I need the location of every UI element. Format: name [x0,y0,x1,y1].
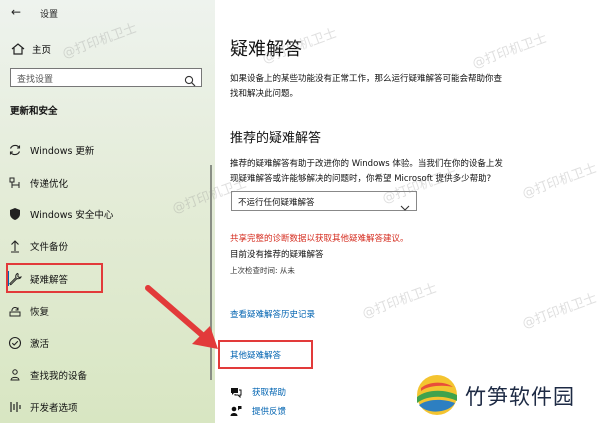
intro-line: 找和解决此问题。 [230,89,299,99]
troubleshoot-highlight-box [6,263,103,293]
backup-arrow-icon [8,239,22,253]
sidebar-item-windows-update[interactable]: Windows 更新 [8,141,94,159]
shield-icon [8,207,22,221]
home-button[interactable]: 主页 [10,41,51,57]
settings-search-input[interactable]: 查找设置 [10,68,202,87]
last-check-time: 上次检查时间: 从未 [230,266,295,275]
description-line: 推荐的疑难解答有助于改进你的 Windows 体验。当我们在你的设备上发 [230,159,503,169]
settings-title: 设置 [40,10,59,20]
delivery-optimization-icon [8,176,22,190]
sidebar-item-label: 传递优化 [30,179,69,190]
sidebar-item-windows-security[interactable]: Windows 安全中心 [8,205,113,223]
search-placeholder: 查找设置 [17,75,54,85]
sidebar-item-activation[interactable]: 激活 [8,334,49,352]
back-arrow-icon[interactable]: ← [11,5,21,19]
recommended-heading: 推荐的疑难解答 [230,131,322,146]
sidebar-item-label: Windows 安全中心 [30,210,114,221]
other-troubleshooters-highlight-box [218,340,313,369]
section-heading: 更新和安全 [10,106,58,117]
give-feedback-link[interactable]: 提供反馈 [230,404,286,418]
sidebar-item-label: Windows 更新 [30,146,95,157]
sidebar-item-label: 激活 [30,339,50,350]
intro-line: 如果设备上的某些功能没有正常工作，那么运行疑难解答可能会帮助你查 [230,74,503,84]
intro-text: 如果设备上的某些功能没有正常工作，那么运行疑难解答可能会帮助你查 找和解决此问题… [230,72,575,102]
sidebar-item-developer-options[interactable]: 开发者选项 [8,398,78,416]
home-label: 主页 [32,45,52,56]
no-recommended-text: 目前没有推荐的疑难解答 [230,250,324,260]
sync-icon [8,143,22,157]
bamboo-logo-icon [417,375,457,415]
view-history-link[interactable]: 查看疑难解答历史记录 [230,308,315,320]
sidebar-item-file-backup[interactable]: 文件备份 [8,237,68,255]
give-feedback-label: 提供反馈 [252,407,287,417]
sidebar-item-delivery-optimization[interactable]: 传递优化 [8,174,68,192]
home-icon [10,41,26,57]
logo-text: 竹笋软件园 [465,385,575,409]
sidebar-item-label: 恢复 [30,307,50,318]
feedback-icon [230,405,242,417]
sidebar-item-recovery[interactable]: 恢复 [8,302,49,320]
sidebar-item-find-my-device[interactable]: 查找我的设备 [8,366,87,384]
site-logo: 竹笋软件园 [415,371,600,423]
recovery-icon [8,304,22,318]
help-chat-icon [230,386,242,399]
get-help-link[interactable]: 获取帮助 [230,385,286,399]
sidebar-item-label: 开发者选项 [30,403,78,414]
annotation-arrow-icon [145,285,218,349]
developer-icon [8,400,22,414]
share-diagnostic-data-link[interactable]: 共享完整的诊断数据以获取其他疑难解答建议。 [230,232,409,244]
sidebar-item-label: 查找我的设备 [30,371,88,382]
search-icon[interactable] [184,72,196,87]
sidebar-item-label: 文件备份 [30,242,69,253]
select-value: 不运行任何疑难解答 [238,198,315,208]
check-circle-icon [8,336,22,350]
person-pin-icon [8,368,22,382]
get-help-label: 获取帮助 [252,388,287,398]
